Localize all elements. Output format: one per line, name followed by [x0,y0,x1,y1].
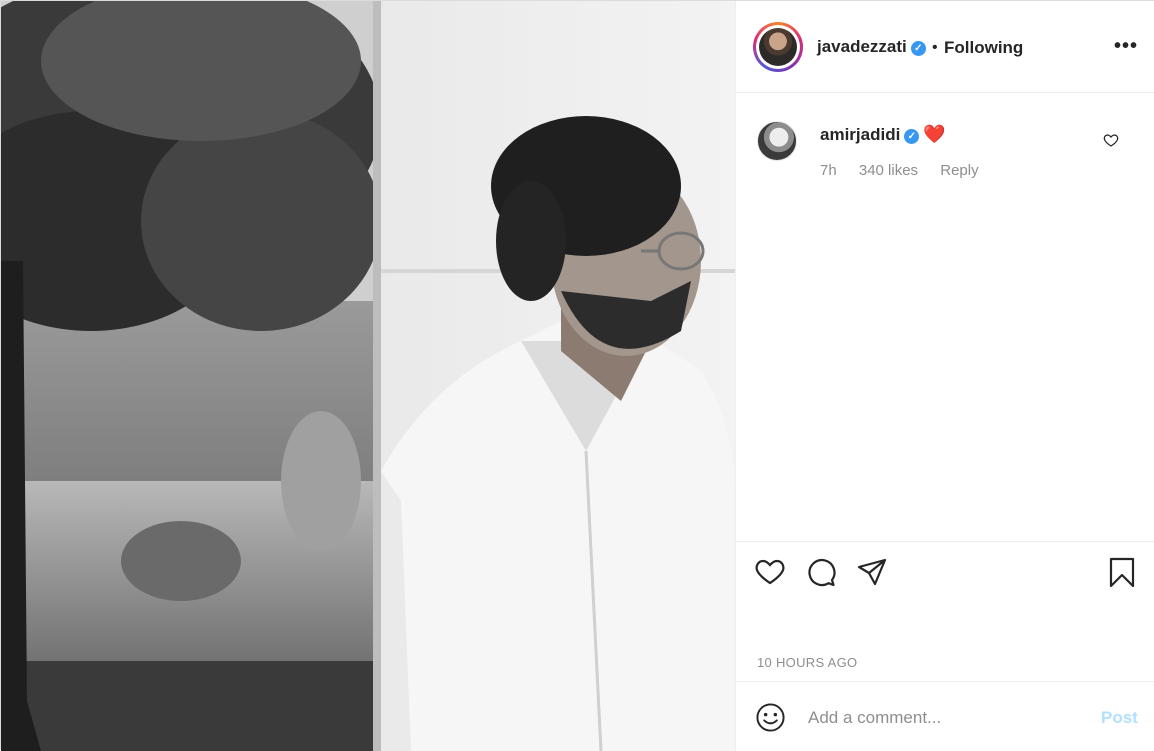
post-actions: 10 HOURS AGO [736,541,1154,681]
author-avatar-image [759,28,797,66]
comment-like-heart-icon[interactable] [1103,132,1119,148]
post-timestamp[interactable]: 10 HOURS AGO [757,655,857,670]
post-photo-image [1,1,735,751]
author-avatar[interactable] [753,22,803,72]
add-comment-bar: Post [736,681,1154,751]
emoji-icon[interactable] [755,702,786,733]
post-header: javadezzati ✓ • Following ••• [736,1,1154,93]
post-comment-button[interactable]: Post [1101,708,1138,728]
instagram-post: javadezzati ✓ • Following ••• amirjadidi ✓… [0,0,1154,751]
bookmark-icon[interactable] [1106,556,1138,588]
comment-text: ❤️ [923,124,946,144]
comment-reply-button[interactable]: Reply [940,162,978,179]
following-button[interactable]: Following [944,38,1023,58]
verified-badge-icon: ✓ [910,41,926,56]
comment-meta: 7h 340 likes Reply [820,162,997,179]
comment-time[interactable]: 7h [820,162,837,179]
comment-input[interactable] [806,704,1100,732]
more-options-icon[interactable]: ••• [1114,35,1138,58]
verified-badge-icon: ✓ [904,129,920,144]
comment-icon[interactable] [805,556,837,588]
author-username[interactable]: javadezzati ✓ [817,37,926,57]
heart-icon[interactable] [754,556,786,588]
post-photo[interactable] [1,1,735,751]
post-side-panel: javadezzati ✓ • Following ••• amirjadidi ✓… [735,1,1154,751]
separator-dot: • [932,39,938,56]
commenter-username[interactable]: amirjadidi [820,125,900,144]
comment-likes[interactable]: 340 likes [859,162,918,179]
share-icon[interactable] [856,556,888,588]
comments-section: amirjadidi ✓ ❤️ 7h 340 likes Reply [736,93,1154,541]
comment-body: amirjadidi ✓ ❤️ [820,124,946,145]
commenter-avatar[interactable] [757,121,797,161]
